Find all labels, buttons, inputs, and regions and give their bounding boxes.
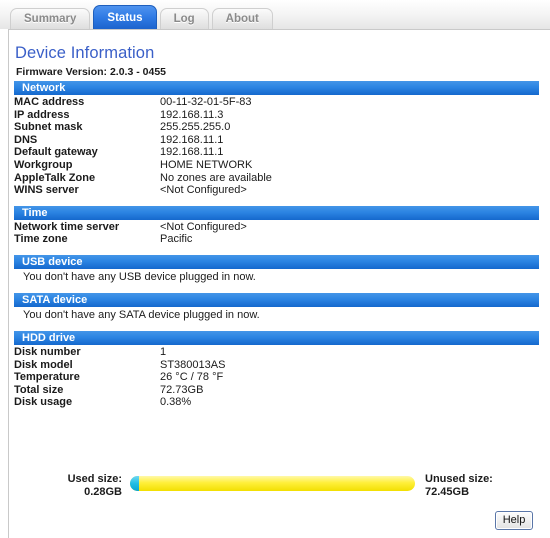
row-value: No zones are available bbox=[160, 171, 272, 184]
tab-summary[interactable]: Summary bbox=[10, 8, 91, 29]
table-row: MAC address 00-11-32-01-5F-83 bbox=[14, 96, 272, 109]
section-time: Time Network time server <Not Configured… bbox=[14, 205, 541, 246]
row-label: Workgroup bbox=[14, 158, 73, 171]
table-row: Subnet mask 255.255.255.0 bbox=[14, 121, 272, 134]
network-table: MAC address 00-11-32-01-5F-83 IP address… bbox=[14, 96, 272, 197]
table-row: Workgroup HOME NETWORK bbox=[14, 159, 272, 172]
section-usb-device: USB device You don't have any USB device… bbox=[14, 254, 541, 284]
disk-usage-bar-group: Used size: 0.28GB Unused size: 72.45GB bbox=[14, 466, 541, 504]
used-size-caption: Used size: bbox=[67, 473, 122, 485]
row-label: MAC address bbox=[14, 96, 85, 108]
section-hdd-drive: HDD drive Disk number 1 Disk model ST380… bbox=[14, 330, 541, 409]
row-value: 192.168.11.1 bbox=[160, 146, 224, 159]
table-row: WINS server <Not Configured> bbox=[14, 184, 272, 197]
tab-log[interactable]: Log bbox=[159, 8, 209, 29]
row-value: 1 bbox=[160, 345, 167, 358]
row-label: AppleTalk Zone bbox=[14, 171, 96, 184]
sections-container: Network MAC address 00-11-32-01-5F-83 IP… bbox=[14, 81, 541, 418]
row-value: 192.168.11.3 bbox=[160, 108, 224, 121]
table-row: AppleTalk Zone No zones are available bbox=[14, 172, 272, 185]
table-row: Total size 72.73GB bbox=[14, 384, 225, 397]
row-value: HOME NETWORK bbox=[160, 158, 253, 171]
row-label: Disk number bbox=[14, 345, 81, 358]
table-row: Time zone Pacific bbox=[14, 233, 247, 246]
row-value: 255.255.255.0 bbox=[160, 121, 231, 134]
unused-size-caption: Unused size: bbox=[425, 473, 493, 485]
section-header-time: Time bbox=[14, 205, 539, 220]
usb-empty-message: You don't have any USB device plugged in… bbox=[23, 270, 256, 283]
row-value: 192.168.11.1 bbox=[160, 133, 224, 146]
tab-about[interactable]: About bbox=[211, 8, 273, 29]
table-row: Network time server <Not Configured> bbox=[14, 221, 247, 234]
table-row: Disk number 1 bbox=[14, 346, 225, 359]
firmware-version: Firmware Version: 2.0.3 - 0455 bbox=[16, 66, 166, 78]
row-label: Subnet mask bbox=[14, 121, 83, 134]
help-button[interactable]: Help bbox=[495, 511, 533, 530]
row-value: ST380013AS bbox=[160, 358, 226, 371]
disk-usage-bar bbox=[130, 476, 415, 491]
row-label: Disk usage bbox=[14, 396, 73, 409]
hdd-table: Disk number 1 Disk model ST380013AS Temp… bbox=[14, 346, 225, 409]
row-label: Total size bbox=[14, 383, 64, 396]
disk-usage-bar-used-segment bbox=[130, 476, 140, 491]
section-network: Network MAC address 00-11-32-01-5F-83 IP… bbox=[14, 81, 541, 197]
sata-empty-message: You don't have any SATA device plugged i… bbox=[23, 308, 260, 321]
row-label: Temperature bbox=[14, 371, 80, 384]
unused-size-value: 72.45GB bbox=[425, 486, 470, 498]
row-value: 0.38% bbox=[160, 396, 192, 409]
section-sata-device: SATA device You don't have any SATA devi… bbox=[14, 292, 541, 322]
time-table: Network time server <Not Configured> Tim… bbox=[14, 221, 247, 246]
table-row: Disk usage 0.38% bbox=[14, 396, 225, 409]
row-value: <Not Configured> bbox=[160, 220, 247, 233]
tab-bar: Summary Status Log About bbox=[0, 0, 550, 29]
used-size-value: 0.28GB bbox=[84, 486, 122, 498]
row-label: Default gateway bbox=[14, 146, 98, 159]
table-row: Default gateway 192.168.11.1 bbox=[14, 146, 272, 159]
row-value: 72.73GB bbox=[160, 383, 204, 396]
section-header-hdd: HDD drive bbox=[14, 330, 539, 345]
row-label: WINS server bbox=[14, 184, 79, 197]
table-row: IP address 192.168.11.3 bbox=[14, 109, 272, 122]
tab-status[interactable]: Status bbox=[93, 5, 157, 29]
table-row: Temperature 26 °C / 78 °F bbox=[14, 371, 225, 384]
row-label: Disk model bbox=[14, 358, 73, 371]
page-title: Device Information bbox=[15, 44, 155, 62]
row-label: DNS bbox=[14, 133, 38, 146]
content-panel: Device Information Firmware Version: 2.0… bbox=[8, 29, 550, 538]
section-header-network: Network bbox=[14, 81, 539, 95]
tab-list: Summary Status Log About bbox=[10, 4, 276, 29]
table-row: Disk model ST380013AS bbox=[14, 359, 225, 372]
row-label: Time zone bbox=[14, 233, 68, 246]
used-size-label: Used size: 0.28GB bbox=[14, 473, 122, 499]
table-row: DNS 192.168.11.1 bbox=[14, 134, 272, 147]
row-value: <Not Configured> bbox=[160, 184, 247, 197]
unused-size-label: Unused size: 72.45GB bbox=[425, 473, 493, 499]
row-value: 26 °C / 78 °F bbox=[160, 371, 224, 384]
row-label: Network time server bbox=[14, 220, 120, 233]
section-header-usb: USB device bbox=[14, 254, 539, 269]
row-label: IP address bbox=[14, 108, 70, 121]
row-value: 00-11-32-01-5F-83 bbox=[160, 96, 252, 108]
row-value: Pacific bbox=[160, 233, 193, 246]
section-header-sata: SATA device bbox=[14, 292, 539, 307]
